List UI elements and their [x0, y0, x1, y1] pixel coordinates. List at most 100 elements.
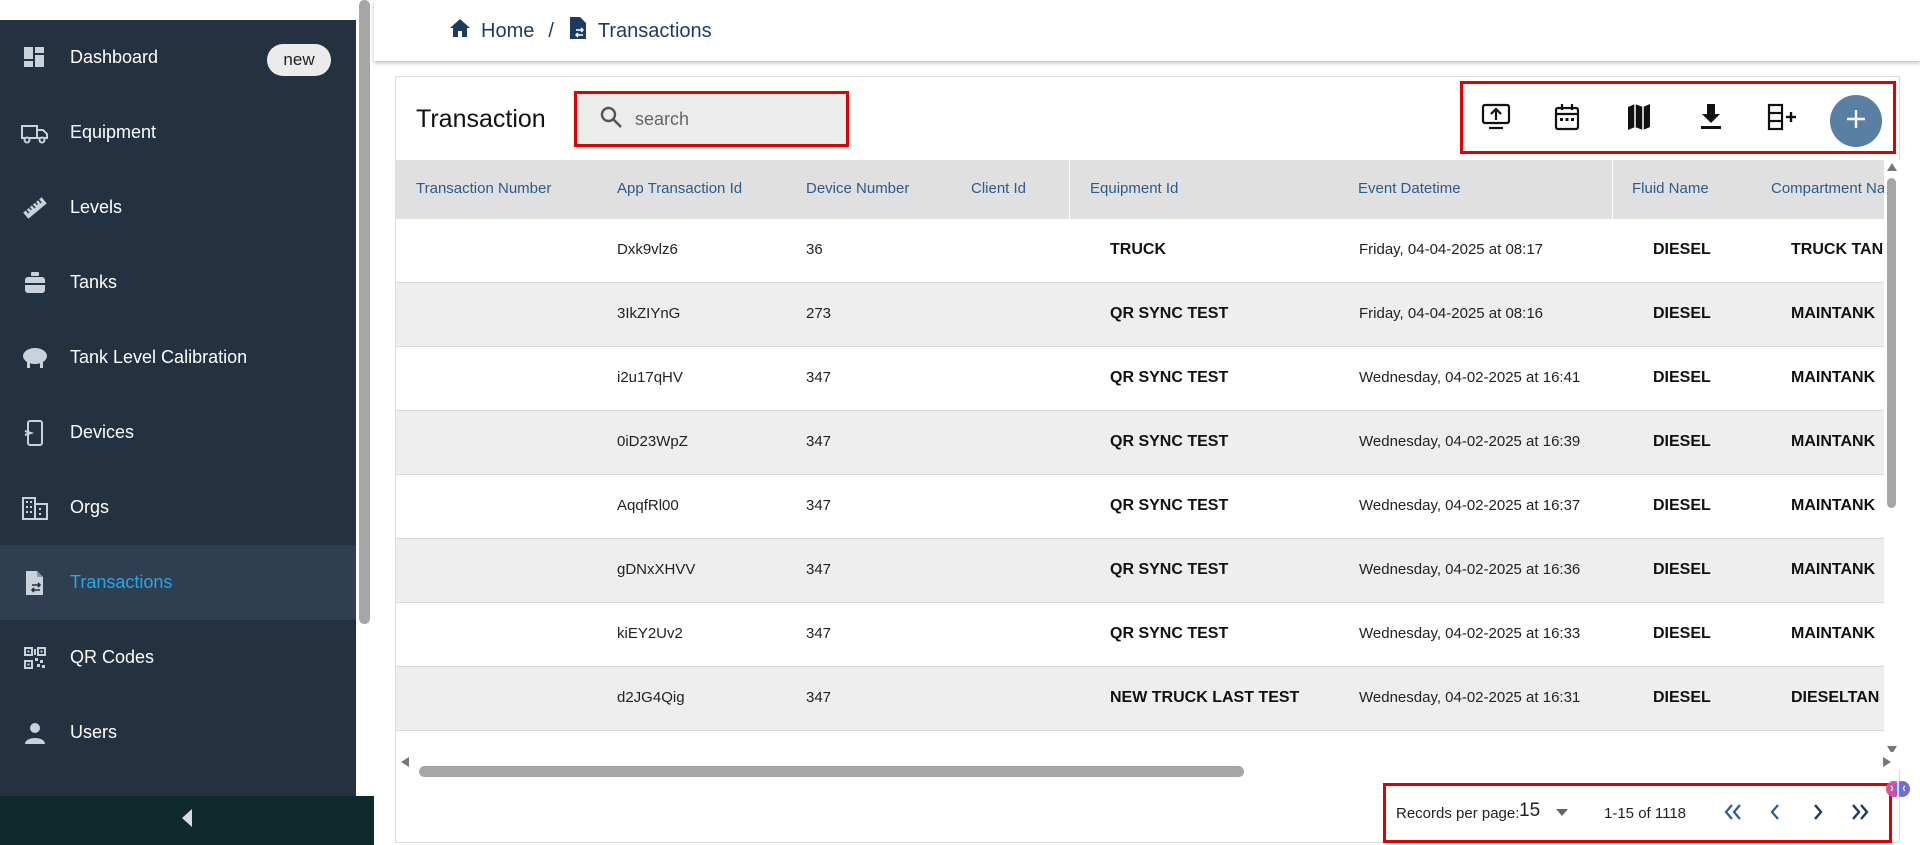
sidebar-item-orgs[interactable]: Orgs	[0, 470, 356, 545]
cell-compartment: MAINTANK	[1791, 561, 1876, 578]
sidebar-top-strip	[0, 0, 356, 20]
table-row[interactable]: Dxk9vlz6 36 TRUCK Friday, 04-04-2025 at 08:…	[396, 219, 1884, 283]
column-header-event-datetime[interactable]: Event Datetime	[1358, 180, 1461, 197]
column-header-client-id[interactable]: Client Id	[971, 180, 1026, 197]
qr-code-icon	[21, 644, 49, 672]
cell-compartment: TRUCK TAN	[1791, 241, 1884, 258]
search-icon	[599, 105, 623, 134]
records-per-page-select[interactable]: 15	[1519, 800, 1569, 822]
cell-app-transaction-id: gDNxXHVV	[617, 561, 696, 578]
cell-device-number: 273	[806, 305, 832, 322]
table-row[interactable]: 0iD23WpZ 347 QR SYNC TEST Wednesday, 04-02-…	[396, 411, 1884, 475]
search-input[interactable]	[635, 108, 835, 130]
table-row[interactable]: d2JG4Qig 347 NEW TRUCK LAST TEST Wednesday,…	[396, 667, 1884, 731]
new-badge: new	[267, 44, 331, 76]
cell-compartment: MAINTANK	[1791, 305, 1876, 322]
table-row[interactable]: 3IkZIYnG 273 QR SYNC TEST Friday, 04-04-202…	[396, 283, 1884, 347]
cell-device-number: 347	[806, 689, 832, 706]
ruler-icon	[21, 194, 49, 222]
upload-button[interactable]	[1479, 102, 1513, 136]
add-column-button[interactable]	[1766, 102, 1800, 136]
table-row[interactable]: gDNxXHVV 347 QR SYNC TEST Wednesday, 04-02-…	[396, 539, 1884, 603]
cell-fluid-name: DIESEL	[1653, 497, 1711, 514]
table-row[interactable]: i2u17qHV 347 QR SYNC TEST Wednesday, 04-02-…	[396, 347, 1884, 411]
table-header: Transaction Number App Transaction Id De…	[396, 160, 1884, 219]
scroll-left-arrow-icon[interactable]	[401, 757, 409, 767]
cell-equipment-id: TRUCK	[1110, 241, 1166, 258]
map-button[interactable]	[1622, 102, 1656, 136]
cell-fluid-name: DIESEL	[1653, 305, 1711, 322]
sidebar-collapse-button[interactable]	[0, 796, 374, 845]
sidebar-item-transactions[interactable]: Transactions	[0, 545, 356, 620]
upload-icon	[1481, 103, 1511, 136]
sidebar-item-devices[interactable]: Devices	[0, 395, 356, 470]
table-vertical-scrollbar-thumb[interactable]	[1887, 178, 1896, 508]
sidebar-item-dashboard[interactable]: Dashboard new	[0, 20, 356, 95]
sidebar-item-tank-level-calibration[interactable]: Tank Level Calibration	[0, 320, 356, 395]
breadcrumb-home-label: Home	[481, 19, 535, 42]
cell-compartment: MAINTANK	[1791, 497, 1876, 514]
sidebar-scrollbar-thumb[interactable]	[359, 0, 370, 624]
sidebar-item-label: Tank Level Calibration	[70, 347, 248, 367]
cell-event-datetime: Wednesday, 04-02-2025 at 16:31	[1359, 689, 1581, 706]
cell-device-number: 36	[806, 241, 823, 258]
transactions-icon	[568, 16, 588, 46]
app-root: Dashboard new Equipment Levels Tanks Tan…	[0, 0, 1920, 845]
page-title: Transaction	[416, 105, 546, 133]
cell-app-transaction-id: 3IkZIYnG	[617, 305, 681, 322]
breadcrumb-current[interactable]: Transactions	[568, 16, 712, 46]
cell-compartment: MAINTANK	[1791, 369, 1876, 386]
cell-fluid-name: DIESEL	[1653, 433, 1711, 450]
sidebar-item-label: Devices	[70, 422, 135, 442]
previous-page-button[interactable]	[1761, 800, 1789, 828]
scroll-up-arrow-icon[interactable]	[1887, 163, 1897, 171]
calibration-icon	[21, 344, 49, 372]
download-button[interactable]	[1694, 102, 1728, 136]
add-transaction-button[interactable]	[1830, 95, 1882, 147]
table-row[interactable]: 3OdFaQTs347QR SYNC TESTWednesday, 04-02-…	[396, 731, 1884, 752]
calendar-button[interactable]	[1550, 102, 1584, 136]
search-box[interactable]	[574, 91, 849, 147]
user-icon	[21, 719, 49, 747]
brain-extension-icon[interactable]	[1885, 776, 1911, 802]
scroll-right-arrow-icon[interactable]	[1883, 757, 1891, 767]
column-header-transaction-number[interactable]: Transaction Number	[416, 180, 551, 197]
caret-left-icon	[180, 808, 194, 833]
sidebar-item-qr-codes[interactable]: QR Codes	[0, 620, 356, 695]
column-divider	[1612, 160, 1613, 219]
sidebar-item-levels[interactable]: Levels	[0, 170, 356, 245]
toolbar	[1460, 81, 1896, 154]
column-header-device-number[interactable]: Device Number	[806, 180, 909, 197]
transactions-icon	[21, 569, 49, 597]
breadcrumb-home[interactable]: Home	[449, 18, 534, 44]
breadcrumb: Home / Transactions	[449, 16, 712, 46]
dashboard-icon	[21, 44, 49, 72]
sidebar-item-label: Users	[70, 722, 118, 742]
last-page-button[interactable]	[1846, 800, 1874, 828]
page-range: 1-15 of 1118	[1604, 805, 1687, 822]
cell-app-transaction-id: AqqfRl00	[617, 497, 679, 514]
table-row[interactable]: kiEY2Uv2 347 QR SYNC TEST Wednesday, 04-02-…	[396, 603, 1884, 667]
sidebar-item-users[interactable]: Users	[0, 695, 356, 770]
column-header-compartment[interactable]: Compartment Na	[1771, 180, 1884, 197]
sidebar-item-equipment[interactable]: Equipment	[0, 95, 356, 170]
column-header-equipment-id[interactable]: Equipment Id	[1090, 180, 1178, 197]
next-page-button[interactable]	[1804, 800, 1832, 828]
chevron-right-icon	[1812, 803, 1824, 825]
table-row[interactable]: AqqfRl00 347 QR SYNC TEST Wednesday, 04-02-…	[396, 475, 1884, 539]
cell-compartment: DIESELTAN	[1791, 689, 1880, 706]
cell-fluid-name: DIESEL	[1653, 689, 1711, 706]
sidebar-item-tanks[interactable]: Tanks	[0, 245, 356, 320]
double-chevron-left-icon	[1723, 803, 1743, 825]
table-horizontal-scrollbar-thumb[interactable]	[419, 766, 1244, 777]
column-header-fluid-name[interactable]: Fluid Name	[1632, 180, 1709, 197]
cell-device-number: 347	[806, 625, 832, 642]
double-chevron-right-icon	[1850, 803, 1870, 825]
cell-event-datetime: Friday, 04-04-2025 at 08:16	[1359, 305, 1544, 322]
cell-fluid-name: DIESEL	[1653, 369, 1711, 386]
transactions-table: Transaction Number App Transaction Id De…	[396, 160, 1884, 752]
column-header-app-transaction-id[interactable]: App Transaction Id	[617, 180, 742, 197]
first-page-button[interactable]	[1719, 800, 1747, 828]
cell-app-transaction-id: i2u17qHV	[617, 369, 683, 386]
cell-device-number: 347	[806, 369, 832, 386]
